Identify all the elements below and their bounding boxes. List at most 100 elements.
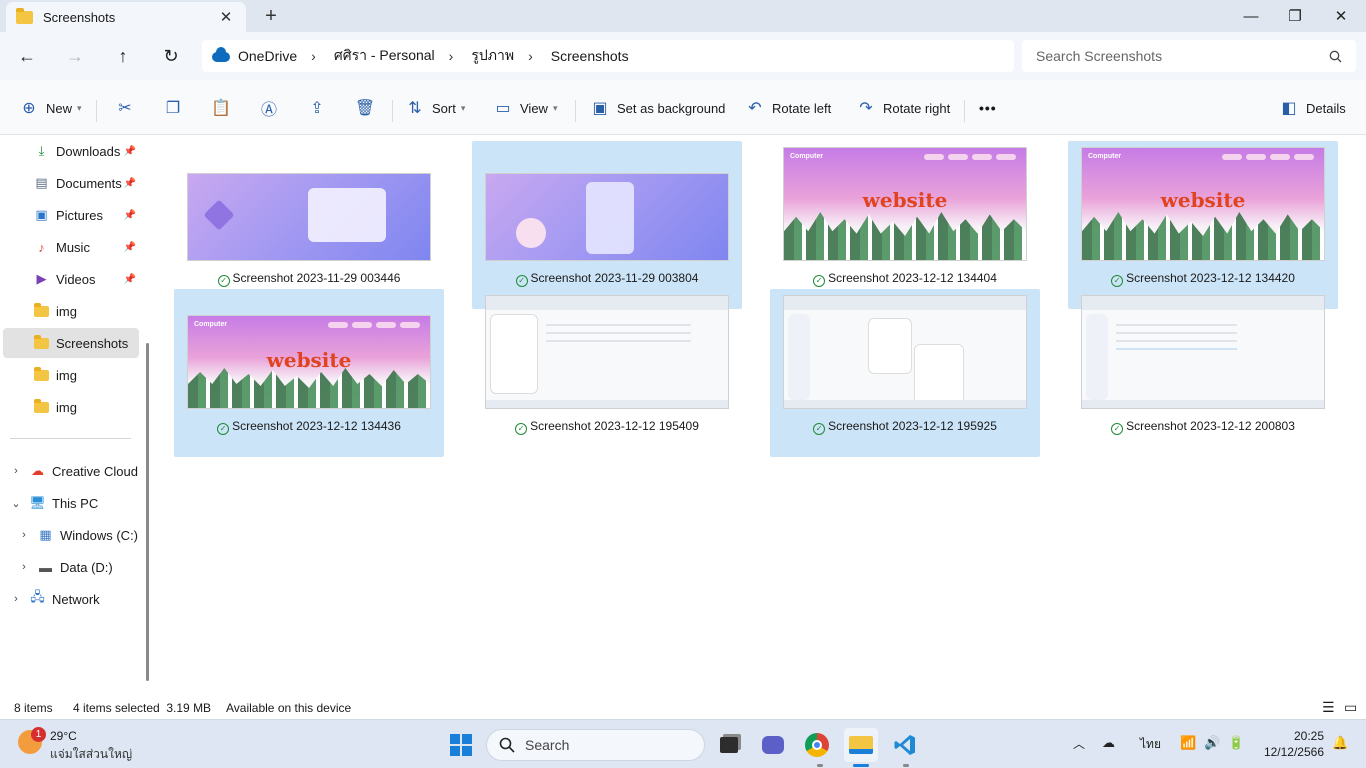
copy-icon[interactable]: ❐ (159, 94, 187, 122)
refresh-button[interactable]: ↻ (157, 42, 185, 70)
clock-date[interactable]: 12/12/2566 (1252, 745, 1324, 759)
cut-icon[interactable]: ✂ (111, 94, 139, 122)
breadcrumb-onedrive[interactable]: OneDrive (238, 48, 297, 64)
close-tab-button[interactable]: ✕ (216, 8, 236, 26)
rotate-right-button[interactable]: ↷ Rotate right (857, 94, 950, 122)
view-button[interactable]: ▭ View ▾ (494, 94, 557, 122)
breadcrumb-pictures[interactable]: รูปภาพ (471, 45, 514, 67)
breadcrumb-chevron-icon[interactable]: › (528, 48, 533, 64)
wifi-icon[interactable]: 📶 (1180, 735, 1196, 751)
file-name-text: Screenshot 2023-12-12 134420 (1126, 271, 1295, 285)
sidebar-item-music[interactable]: ♪ Music 📌 (0, 232, 140, 262)
sidebar-item-img[interactable]: img (0, 360, 140, 390)
chevron-down-icon[interactable]: ⌄ (10, 497, 22, 510)
running-app-indicator (903, 764, 909, 767)
file-tile[interactable]: ✓ Screenshot 2023-12-12 195409 (472, 289, 742, 457)
breadcrumb-personal[interactable]: ศศิรา - Personal (334, 45, 435, 67)
breadcrumb-chevron-icon[interactable]: › (311, 48, 316, 64)
file-tile[interactable]: ✓ Screenshot 2023-12-12 200803 (1068, 289, 1338, 457)
sidebar-item-videos[interactable]: ▶ Videos 📌 (0, 264, 140, 294)
chevron-right-icon[interactable]: › (18, 561, 30, 573)
tab-title: Screenshots (43, 9, 116, 25)
new-tab-button[interactable]: + (261, 4, 281, 28)
rename-icon[interactable]: Ⓐ (255, 94, 283, 122)
clock-time[interactable]: 20:25 (1260, 729, 1324, 743)
start-button[interactable] (444, 728, 478, 762)
address-bar[interactable]: OneDrive › ศศิรา - Personal › รูปภาพ › S… (202, 40, 1014, 72)
notification-bell-icon[interactable]: 🔔 (1332, 735, 1348, 751)
breadcrumb-screenshots[interactable]: Screenshots (551, 48, 629, 64)
forward-button[interactable]: → (61, 42, 89, 70)
thumbnail-image: Computer website (1081, 147, 1325, 261)
back-button[interactable]: ← (13, 42, 41, 70)
taskbar: 1 29°C แจ่มใสส่วนใหญ่ Search ︿ ☁ ไทย 📶 🔊… (0, 719, 1366, 768)
brand-text: Computer (194, 321, 228, 328)
sidebar-item-this-pc[interactable]: ⌄ 🖥 This PC (0, 488, 140, 518)
row-illustration (546, 340, 692, 342)
details-button[interactable]: ◧ Details (1280, 94, 1345, 122)
thumb-nav (924, 154, 1016, 160)
chevron-right-icon[interactable]: › (18, 529, 30, 541)
creative-cloud-icon: ☁ (31, 463, 44, 478)
input-language[interactable]: ไทย (1140, 735, 1161, 754)
sidebar-item-img[interactable]: img (0, 296, 140, 326)
chevron-right-icon[interactable]: › (10, 593, 22, 605)
thumbnail-image (783, 295, 1027, 409)
sidebar-item-img[interactable]: img (0, 392, 140, 422)
tab-screenshots[interactable]: Screenshots ✕ (6, 2, 246, 32)
rotate-right-icon: ↷ (859, 100, 873, 117)
meet-chat-icon[interactable] (756, 728, 790, 762)
vscode-icon[interactable] (888, 728, 922, 762)
show-hidden-icons-chevron-icon[interactable]: ︿ (1073, 735, 1085, 752)
file-tile[interactable]: ✓ Screenshot 2023-11-29 003446 (174, 141, 444, 309)
maximize-button[interactable]: ❐ (1272, 0, 1318, 32)
large-icons-view-icon[interactable]: ▭ (1344, 699, 1357, 716)
details-view-icon[interactable]: ☰ (1322, 699, 1335, 716)
delete-icon[interactable]: 🗑 (351, 94, 379, 122)
thumbnail-image (1081, 295, 1325, 409)
share-icon[interactable]: ⇪ (303, 94, 331, 122)
up-button[interactable]: ↑ (109, 42, 137, 70)
rotate-left-button[interactable]: ↶ Rotate left (746, 94, 831, 122)
set-background-button[interactable]: ▣ Set as background (591, 94, 725, 122)
sidebar-item-windows-c[interactable]: › ▦ Windows (C:) (0, 520, 140, 550)
battery-icon[interactable]: 🔋 (1228, 735, 1244, 751)
file-tile[interactable]: ✓ Screenshot 2023-11-29 003804 (472, 141, 742, 309)
chrome-icon[interactable] (800, 728, 834, 762)
sidebar-item-creative-cloud[interactable]: › ☁ Creative Cloud F (0, 456, 140, 486)
music-icon: ♪ (38, 239, 45, 255)
sidebar-item-documents[interactable]: ▤ Documents 📌 (0, 168, 140, 198)
file-tile[interactable]: Computer website ✓ Screenshot 2023-12-12 … (1068, 141, 1338, 309)
volume-icon[interactable]: 🔊 (1204, 735, 1220, 751)
new-button[interactable]: ⊕ New ▾ (20, 94, 81, 122)
minimize-button[interactable]: — (1228, 0, 1274, 32)
sidebar-scrollbar[interactable] (146, 343, 149, 681)
divider (96, 100, 97, 122)
sidebar-item-downloads[interactable]: ⤓ Downloads 📌 (0, 136, 140, 166)
breadcrumb-chevron-icon[interactable]: › (449, 48, 454, 64)
weather-temperature[interactable]: 29°C (50, 729, 77, 743)
file-tile[interactable]: Computer website ✓ Screenshot 2023-12-12 … (174, 289, 444, 457)
file-explorer-icon[interactable] (844, 728, 878, 762)
download-icon: ⤓ (38, 143, 45, 158)
sidebar-item-data-d[interactable]: › ▬ Data (D:) (0, 552, 140, 582)
close-window-button[interactable]: ✕ (1318, 0, 1364, 32)
chevron-right-icon[interactable]: › (10, 465, 22, 477)
file-tile[interactable]: ✓ Screenshot 2023-12-12 195925 (770, 289, 1040, 457)
search-input[interactable]: Search Screenshots (1022, 40, 1356, 72)
paste-icon[interactable]: 📋 (207, 94, 235, 122)
pin-icon: 📌 (123, 241, 136, 253)
onedrive-tray-icon[interactable]: ☁ (1102, 735, 1115, 751)
sidebar-item-pictures[interactable]: ▣ Pictures 📌 (0, 200, 140, 230)
file-tile[interactable]: Computer website ✓ Screenshot 2023-12-12 … (770, 141, 1040, 309)
more-options-button[interactable]: ••• (979, 94, 997, 122)
task-view-icon[interactable] (712, 728, 746, 762)
sidebar-item-network[interactable]: › 🖧 Network (0, 584, 140, 614)
sort-button[interactable]: ⇅ Sort ▾ (406, 94, 465, 122)
details-pane-icon: ◧ (1281, 100, 1297, 117)
sidebar-item-screenshots[interactable]: Screenshots (3, 328, 139, 358)
taskbar-search[interactable]: Search (486, 729, 705, 761)
weather-description[interactable]: แจ่มใสส่วนใหญ่ (50, 745, 132, 764)
laptop-illustration (308, 188, 386, 242)
file-name: ✓ Screenshot 2023-12-12 134404 (770, 271, 1040, 287)
